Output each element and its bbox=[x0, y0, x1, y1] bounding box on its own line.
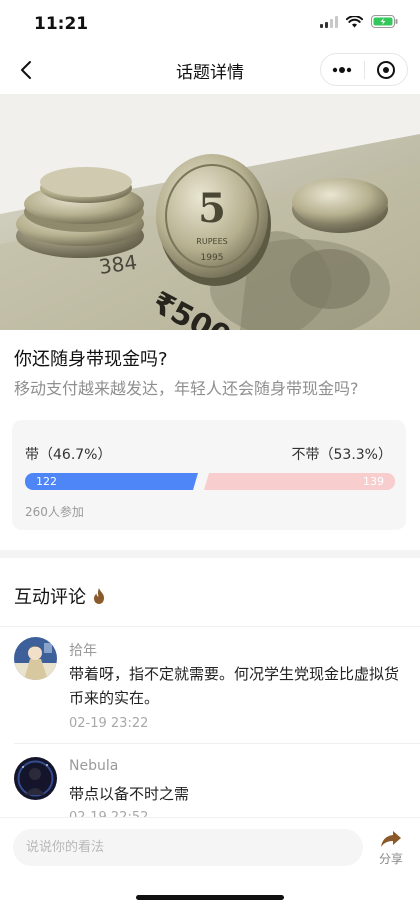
nav-bar: 话题详情 bbox=[0, 48, 420, 92]
more-dots-icon bbox=[333, 66, 352, 73]
vote-bar-carry[interactable]: 122 bbox=[25, 473, 198, 490]
section-divider bbox=[0, 550, 420, 558]
avatar[interactable] bbox=[14, 757, 57, 800]
record-circle-icon bbox=[376, 60, 395, 79]
comment-input[interactable] bbox=[13, 829, 363, 866]
divider bbox=[0, 626, 420, 627]
status-icons bbox=[320, 15, 398, 28]
fire-icon bbox=[94, 588, 104, 604]
status-time: 11:21 bbox=[34, 14, 89, 34]
comments-header: 互动评论 bbox=[14, 583, 106, 609]
more-button[interactable] bbox=[321, 54, 364, 85]
vote-progress-bar: 122 139 bbox=[25, 473, 395, 490]
share-button[interactable]: 分享 bbox=[374, 830, 408, 872]
topic-description: 移动支付越来越发达，年轻人还会随身带现金吗? bbox=[14, 379, 359, 398]
share-label: 分享 bbox=[378, 852, 403, 866]
comment-author: 拾年 bbox=[69, 643, 97, 659]
vote-count-carry: 122 bbox=[36, 475, 57, 488]
home-indicator[interactable] bbox=[136, 895, 284, 900]
vote-bar-not-carry[interactable]: 139 bbox=[204, 473, 395, 490]
share-arrow-icon bbox=[381, 831, 401, 847]
comment-item: 拾年 带着呀，指不定就需要。何况学生党现金比虚拟货币来的实在。 02-19 23… bbox=[0, 632, 420, 744]
vote-card: 带（46.7%） 不带（53.3%） 122 139 260人参加 bbox=[12, 420, 406, 530]
wifi-icon bbox=[346, 15, 363, 27]
comment-text: 带点以备不时之需 bbox=[69, 785, 190, 803]
comment-author: Nebula bbox=[69, 758, 119, 774]
divider bbox=[14, 743, 420, 744]
topic-cover-image: 384 ₹500 5 RUPEES 1995 bbox=[0, 94, 420, 330]
vote-option-not-carry-label: 不带（53.3%） bbox=[291, 447, 392, 463]
comment-item: Nebula 带点以备不时之需 02-19 22:52 bbox=[0, 752, 420, 825]
svg-text:1995: 1995 bbox=[201, 253, 224, 263]
participants-count: 260人参加 bbox=[25, 505, 84, 519]
vote-count-not-carry: 139 bbox=[363, 475, 384, 488]
comments-title: 互动评论 bbox=[14, 587, 86, 608]
svg-text:RUPEES: RUPEES bbox=[196, 237, 227, 246]
signal-icon bbox=[320, 15, 338, 28]
battery-icon bbox=[371, 15, 398, 28]
avatar[interactable] bbox=[14, 637, 57, 680]
mini-program-capsule bbox=[320, 53, 408, 86]
status-bar: 11:21 bbox=[0, 0, 420, 48]
comment-text: 带着呀，指不定就需要。何况学生党现金比虚拟货币来的实在。 bbox=[69, 665, 400, 707]
comment-time: 02-19 23:22 bbox=[69, 716, 149, 731]
close-mini-program-button[interactable] bbox=[364, 54, 407, 85]
bottom-bar: 分享 bbox=[0, 817, 420, 909]
topic-title: 你还随身带现金吗? bbox=[14, 349, 168, 370]
svg-text:5: 5 bbox=[198, 185, 226, 232]
vote-option-carry-label: 带（46.7%） bbox=[25, 447, 112, 463]
